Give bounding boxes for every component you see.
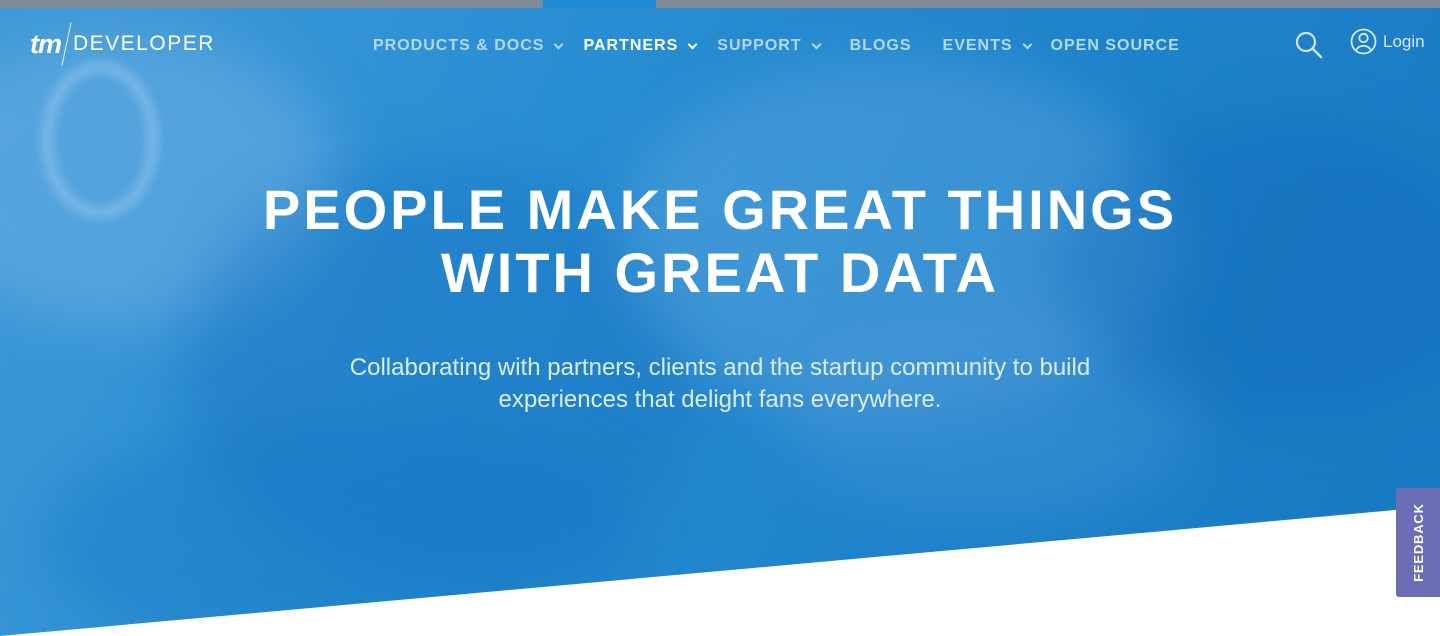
hero-diagonal-cut [0, 506, 1440, 636]
nav-item-open-source[interactable]: OPEN SOURCE [1051, 37, 1180, 55]
chevron-down-icon [687, 39, 698, 49]
nav-item-label: PARTNERS [583, 37, 679, 54]
nav-item-label: OPEN SOURCE [1050, 37, 1180, 54]
chevron-down-icon [1022, 39, 1032, 49]
nav-item-label: BLOGS [849, 37, 912, 54]
nav-item-partners[interactable]: PARTNERS [583, 37, 698, 55]
nav-item-label: SUPPORT [717, 37, 802, 54]
top-strip-active-indicator [543, 0, 656, 8]
nav-item-blogs[interactable]: BLOGS [850, 37, 912, 55]
headline-line-1: PEOPLE MAKE GREAT THINGS [262, 178, 1178, 241]
hero-subheadline: Collaborating with partners, clients and… [320, 352, 1120, 416]
user-circle-icon [1350, 28, 1377, 55]
hero-headline: PEOPLE MAKE GREAT THINGS WITH GREAT DATA [220, 178, 1220, 304]
chevron-down-icon [811, 39, 822, 49]
main-nav: PRODUCTS & DOCS PARTNERS SUPPORT BLOGS E… [373, 34, 1180, 58]
logo-text: DEVELOPER [73, 32, 215, 55]
nav-item-label: PRODUCTS & DOCS [373, 37, 545, 54]
subheadline-line-2: experiences that delight fans everywhere… [498, 386, 942, 413]
feedback-tab[interactable]: FEEDBACK [1396, 488, 1440, 597]
login-label: Login [1383, 31, 1425, 51]
nav-item-products-docs[interactable]: PRODUCTS & DOCS [373, 37, 564, 55]
feedback-label: FEEDBACK [1410, 503, 1426, 582]
nav-item-support[interactable]: SUPPORT [717, 37, 822, 55]
top-strip [0, 0, 1440, 8]
logo-mark: tm [30, 28, 62, 59]
logo-divider [61, 22, 72, 66]
nav-item-label: EVENTS [942, 37, 1013, 54]
search-icon[interactable] [1295, 31, 1323, 59]
nav-item-events[interactable]: EVENTS [942, 37, 1032, 55]
site-logo[interactable]: tm DEVELOPER [30, 22, 215, 66]
headline-line-2: WITH GREAT DATA [440, 241, 1000, 304]
login-button[interactable]: Login [1350, 28, 1425, 55]
subheadline-line-1: Collaborating with partners, clients and… [349, 354, 1091, 381]
chevron-down-icon [554, 39, 564, 49]
